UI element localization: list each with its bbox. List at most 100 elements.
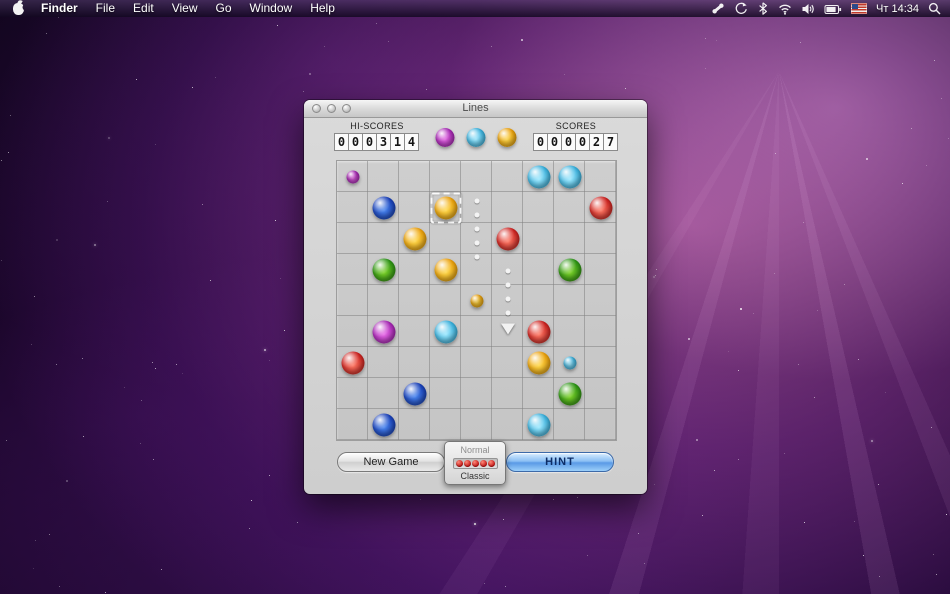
ball-green[interactable] [558, 382, 581, 405]
board-cell[interactable] [461, 347, 492, 378]
board-cell[interactable] [585, 285, 616, 316]
ball-magenta[interactable] [372, 320, 395, 343]
difficulty-option-normal[interactable]: Normal [460, 445, 489, 455]
bluetooth-icon[interactable] [757, 2, 769, 15]
next-ball-yellow[interactable] [497, 128, 516, 147]
ball-yellow[interactable] [403, 227, 426, 250]
new-game-button[interactable]: New Game [337, 452, 445, 472]
board-cell[interactable] [430, 285, 461, 316]
board-cell[interactable] [523, 285, 554, 316]
difficulty-selector[interactable]: Normal Classic [444, 441, 506, 485]
board-cell[interactable] [461, 192, 492, 223]
ball-cyan[interactable] [563, 356, 576, 369]
board-cell[interactable] [368, 161, 399, 192]
board-cell[interactable] [461, 409, 492, 440]
ball-blue[interactable] [403, 382, 426, 405]
board-cell[interactable] [554, 409, 585, 440]
board-cell[interactable] [585, 254, 616, 285]
board-cell[interactable] [585, 223, 616, 254]
board-cell[interactable] [337, 254, 368, 285]
ball-cyan[interactable] [434, 320, 457, 343]
board-cell[interactable] [430, 223, 461, 254]
board-cell[interactable] [337, 223, 368, 254]
board-cell[interactable] [554, 192, 585, 223]
ball-yellow[interactable] [470, 294, 483, 307]
input-language-flag-icon[interactable] [851, 3, 868, 14]
ball-yellow[interactable] [527, 351, 550, 374]
ball-yellow[interactable] [434, 196, 457, 219]
window-titlebar[interactable]: Lines [304, 100, 647, 118]
ball-cyan[interactable] [558, 165, 581, 188]
board-cell[interactable] [585, 347, 616, 378]
ball-cyan[interactable] [527, 165, 550, 188]
apple-menu-icon[interactable] [13, 2, 24, 15]
menu-item-finder[interactable]: Finder [32, 0, 87, 17]
hint-button[interactable]: HINT [506, 452, 614, 472]
menu-item-view[interactable]: View [163, 0, 207, 17]
board-cell[interactable] [368, 285, 399, 316]
next-ball-cyan[interactable] [466, 128, 485, 147]
ball-red[interactable] [341, 351, 364, 374]
board-cell[interactable] [430, 409, 461, 440]
board-cell[interactable] [430, 161, 461, 192]
board-cell[interactable] [399, 285, 430, 316]
ball-green[interactable] [558, 258, 581, 281]
board-cell[interactable] [399, 192, 430, 223]
menu-item-help[interactable]: Help [301, 0, 344, 17]
board-cell[interactable] [399, 316, 430, 347]
board-cell[interactable] [492, 161, 523, 192]
next-ball-magenta[interactable] [435, 128, 454, 147]
board-cell[interactable] [368, 347, 399, 378]
board-cell[interactable] [430, 347, 461, 378]
difficulty-option-classic[interactable]: Classic [460, 471, 489, 481]
ball-green[interactable] [372, 258, 395, 281]
menu-item-window[interactable]: Window [241, 0, 302, 17]
board-cell[interactable] [337, 316, 368, 347]
board-cell[interactable] [337, 285, 368, 316]
board-cell[interactable] [585, 161, 616, 192]
spotlight-icon[interactable] [928, 2, 941, 15]
ball-red[interactable] [589, 196, 612, 219]
board-cell[interactable] [554, 316, 585, 347]
ball-red[interactable] [496, 227, 519, 250]
ball-cyan[interactable] [527, 413, 550, 436]
board-cell[interactable] [461, 316, 492, 347]
board-cell[interactable] [337, 378, 368, 409]
board-cell[interactable] [368, 223, 399, 254]
board-cell[interactable] [585, 378, 616, 409]
board-cell[interactable] [585, 409, 616, 440]
board-cell[interactable] [554, 285, 585, 316]
board-cell[interactable] [461, 161, 492, 192]
board-cell[interactable] [399, 409, 430, 440]
menu-clock[interactable]: Чт 14:34 [876, 3, 919, 15]
board-cell[interactable] [492, 192, 523, 223]
board-cell[interactable] [430, 378, 461, 409]
board-cell[interactable] [368, 378, 399, 409]
ball-magenta[interactable] [346, 170, 359, 183]
board-cell[interactable] [461, 378, 492, 409]
board-cell[interactable] [399, 347, 430, 378]
board-cell[interactable] [492, 347, 523, 378]
ball-blue[interactable] [372, 196, 395, 219]
board-cell[interactable] [492, 378, 523, 409]
board-cell[interactable] [585, 316, 616, 347]
battery-icon[interactable] [824, 3, 842, 15]
volume-icon[interactable] [801, 3, 815, 15]
phone-icon[interactable] [711, 2, 725, 15]
board-cell[interactable] [523, 254, 554, 285]
ball-blue[interactable] [372, 413, 395, 436]
ball-yellow[interactable] [434, 258, 457, 281]
board-cell[interactable] [492, 409, 523, 440]
board-cell[interactable] [554, 223, 585, 254]
board-cell[interactable] [337, 192, 368, 223]
menu-item-go[interactable]: Go [207, 0, 241, 17]
menu-item-file[interactable]: File [87, 0, 124, 17]
ball-red[interactable] [527, 320, 550, 343]
board-cell[interactable] [523, 378, 554, 409]
wifi-icon[interactable] [778, 3, 792, 15]
board-cell[interactable] [337, 409, 368, 440]
board-cell[interactable] [523, 223, 554, 254]
board-cell[interactable] [523, 192, 554, 223]
sync-icon[interactable] [734, 2, 748, 15]
board-cell[interactable] [399, 254, 430, 285]
